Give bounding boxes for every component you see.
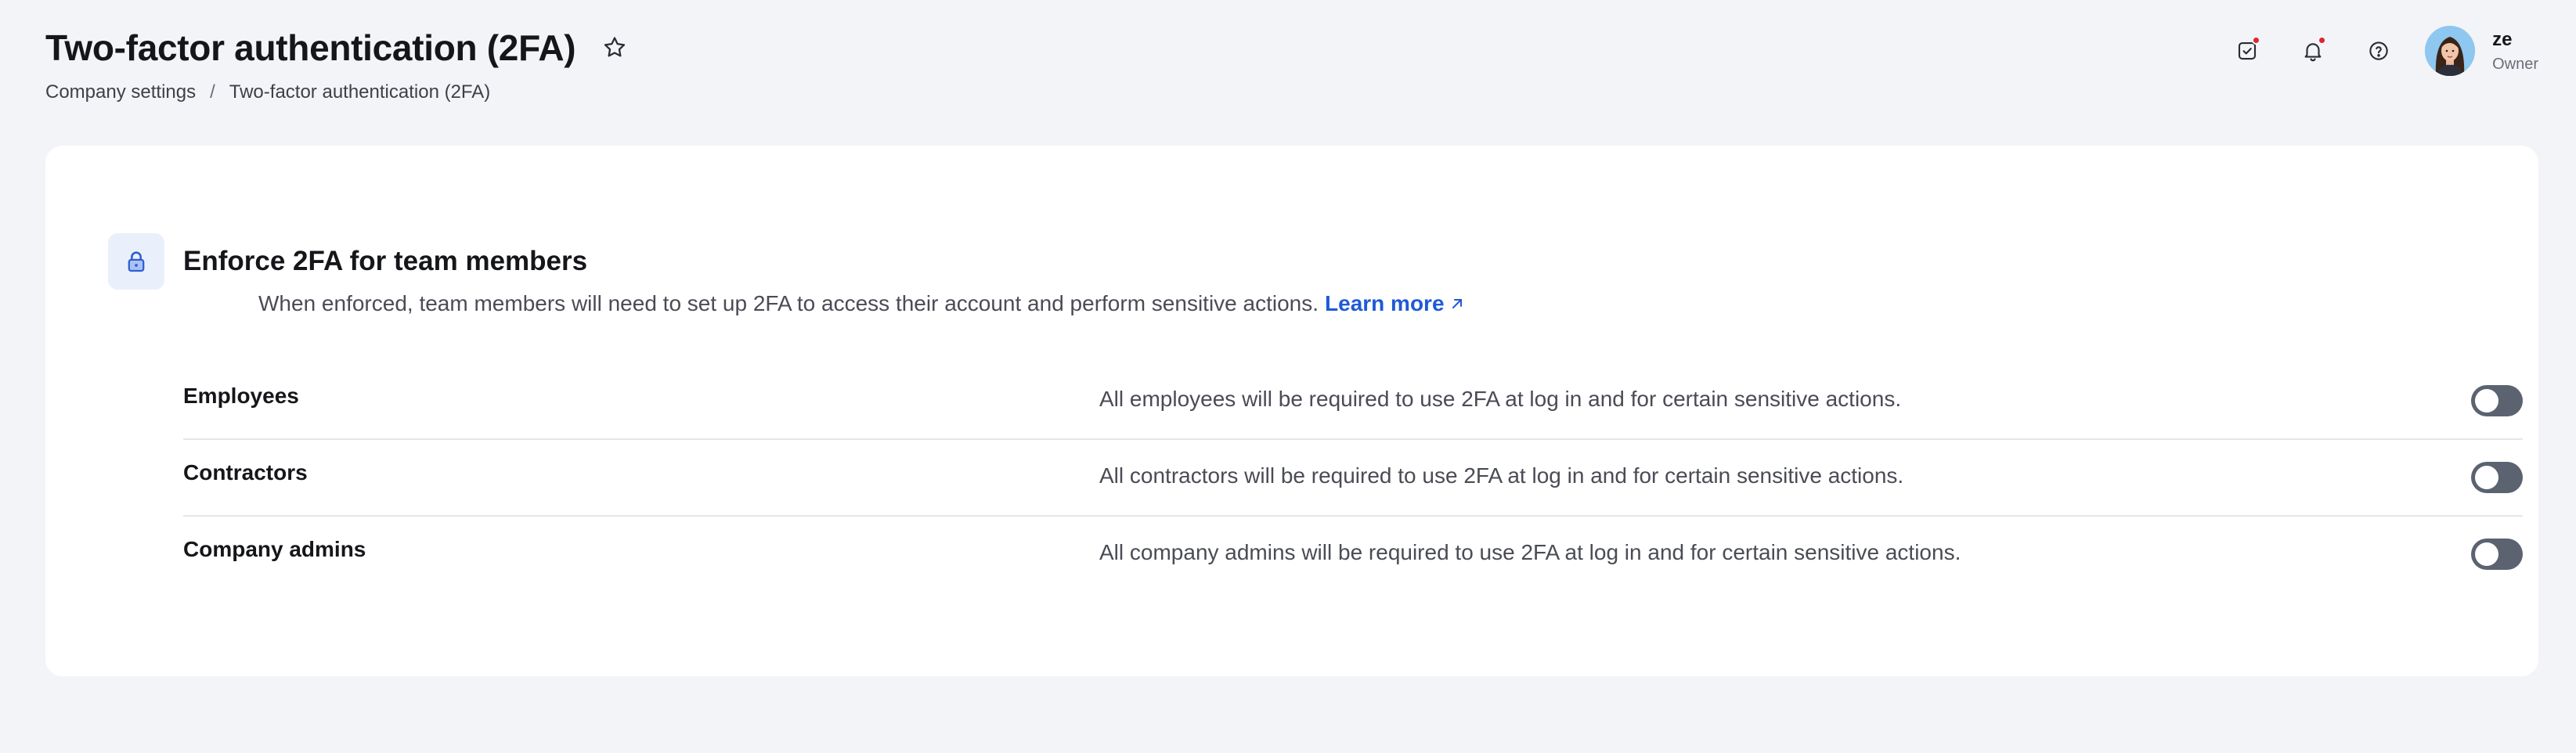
user-name: ze xyxy=(2492,28,2513,50)
toggle-knob xyxy=(2475,466,2498,489)
employees-2fa-toggle[interactable] xyxy=(2471,385,2523,416)
help-button[interactable] xyxy=(2359,31,2398,70)
breadcrumb: Company settings / Two-factor authentica… xyxy=(45,81,2538,103)
company-admins-2fa-toggle[interactable] xyxy=(2471,539,2523,570)
user-menu[interactable]: ze Owner xyxy=(2425,26,2538,76)
notifications-button[interactable] xyxy=(2293,31,2332,70)
star-icon xyxy=(604,37,626,57)
title-row: Two-factor authentication (2FA) xyxy=(45,23,2538,72)
section-description: When enforced, team members will need to… xyxy=(258,291,1465,316)
settings-list: Employees All employees will be required… xyxy=(183,363,2523,593)
learn-more-link[interactable]: Learn more xyxy=(1325,291,1465,316)
page-header: Two-factor authentication (2FA) Company … xyxy=(45,23,2538,110)
setting-label: Company admins xyxy=(183,537,366,561)
page-title: Two-factor authentication (2FA) xyxy=(45,27,576,68)
external-link-icon xyxy=(1452,299,1462,308)
help-icon xyxy=(2369,41,2388,60)
user-role: Owner xyxy=(2492,55,2538,73)
toggle-knob xyxy=(2475,389,2498,413)
setting-label: Contractors xyxy=(183,460,308,485)
contractors-2fa-toggle[interactable] xyxy=(2471,462,2523,493)
setting-row-company-admins: Company admins All company admins will b… xyxy=(183,517,2523,593)
notifications-dot xyxy=(2318,36,2327,45)
breadcrumb-separator: / xyxy=(210,81,215,103)
tasks-notification-dot xyxy=(2252,36,2261,45)
setting-row-employees: Employees All employees will be required… xyxy=(183,363,2523,440)
user-info: ze Owner xyxy=(2492,29,2538,74)
setting-label: Employees xyxy=(183,384,299,408)
setting-row-contractors: Contractors All contractors will be requ… xyxy=(183,440,2523,517)
tasks-button[interactable] xyxy=(2228,31,2267,70)
favorite-star-button[interactable] xyxy=(599,32,630,63)
settings-card: Enforce 2FA for team members When enforc… xyxy=(45,146,2538,676)
section-description-text: When enforced, team members will need to… xyxy=(258,291,1319,315)
breadcrumb-company-settings[interactable]: Company settings xyxy=(45,81,196,103)
setting-description: All company admins will be required to u… xyxy=(1099,540,1961,564)
learn-more-label: Learn more xyxy=(1325,291,1445,315)
setting-description: All contractors will be required to use … xyxy=(1099,463,1904,488)
breadcrumb-current: Two-factor authentication (2FA) xyxy=(229,81,491,103)
setting-description: All employees will be required to use 2F… xyxy=(1099,387,1902,411)
top-actions: ze Owner xyxy=(2201,23,2538,78)
section-title: Enforce 2FA for team members xyxy=(183,246,588,276)
avatar xyxy=(2425,26,2476,76)
lock-icon xyxy=(128,251,145,272)
lock-icon-tile xyxy=(108,233,164,290)
toggle-knob xyxy=(2475,542,2498,566)
section-header: Enforce 2FA for team members xyxy=(108,233,587,290)
